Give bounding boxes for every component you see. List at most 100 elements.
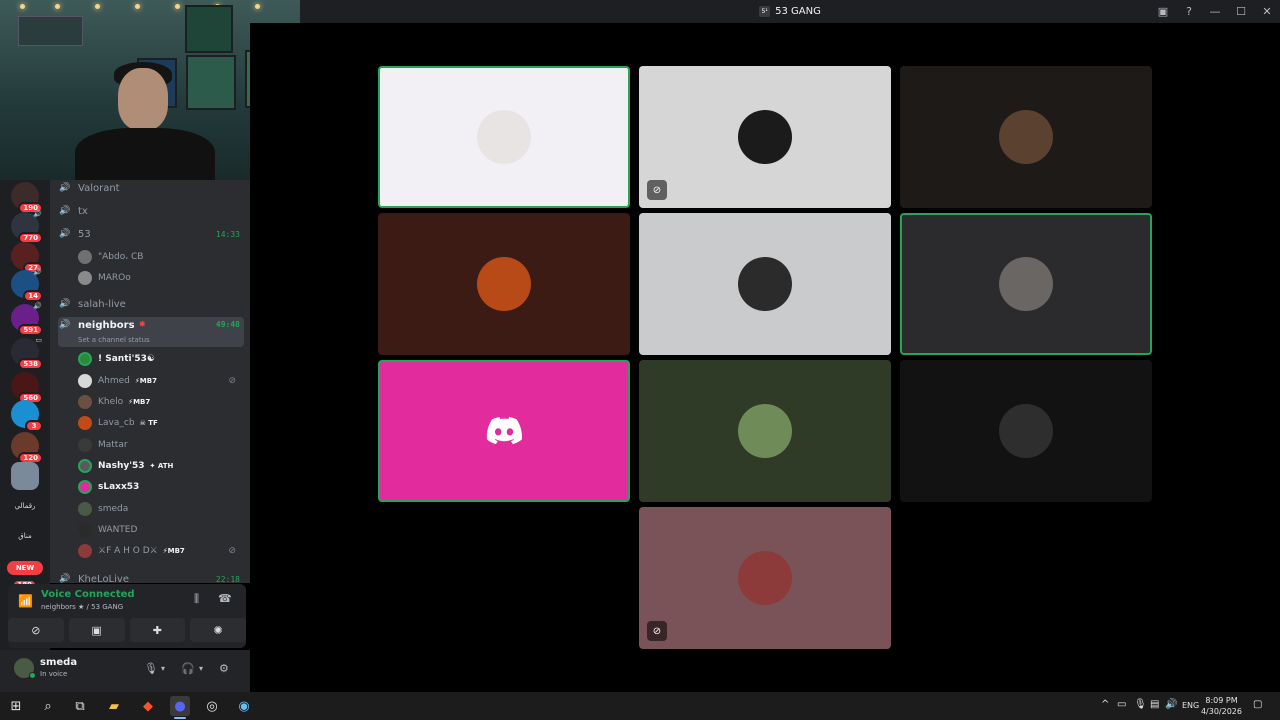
participant-tile[interactable] (639, 360, 891, 502)
disconnect-icon[interactable]: ☎ (218, 592, 232, 605)
voice-status-title: Voice Connected (41, 589, 135, 600)
participant-avatar (738, 110, 792, 164)
string-lights (0, 4, 300, 14)
participant-tile[interactable]: ⊘ (639, 66, 891, 208)
server-icon-gang[interactable]: 190 (11, 182, 43, 214)
brave-browser-icon[interactable]: ◆ (138, 696, 158, 716)
voice-member[interactable]: Lava_cb ☠ TF (78, 414, 244, 432)
steam-icon[interactable]: ◉ (234, 696, 254, 716)
server-icon[interactable]: 120 (11, 432, 43, 464)
voice-member[interactable]: WANTED (78, 521, 244, 539)
close-button[interactable]: ✕ (1254, 0, 1280, 23)
server-icon[interactable]: 3 (11, 400, 43, 432)
participant-tile[interactable] (378, 213, 630, 355)
tray-app-icon[interactable]: ▭ (1117, 699, 1126, 710)
server-icon[interactable] (11, 462, 39, 490)
participant-tile[interactable] (900, 213, 1152, 355)
server-icon-text[interactable]: مناق (8, 532, 42, 540)
participant-tile[interactable] (378, 360, 630, 502)
screen-share-button[interactable]: ▣ (68, 618, 125, 642)
system-clock[interactable]: 8:09 PM 4/30/2026 (1201, 695, 1242, 717)
channel-status[interactable]: Set a channel status (78, 336, 150, 344)
discord-app-icon[interactable]: ● (170, 696, 190, 716)
star-icon: ✸ (138, 320, 147, 330)
server-icon[interactable]: ▭ 538 (11, 336, 43, 370)
server-icon[interactable]: 27 (11, 242, 43, 274)
search-icon[interactable]: ⌕ (38, 696, 58, 716)
voice-member[interactable]: Nashy'53 ✦ ATH (78, 457, 244, 475)
microphone-icon[interactable]: 🎙 (144, 662, 158, 675)
server-icon[interactable]: 🔊 591 (11, 302, 43, 336)
channel-timer: 49:48 (215, 320, 240, 329)
participant-tile[interactable]: ⊘ (639, 507, 891, 649)
tray-volume-icon[interactable]: 🔊 (1165, 699, 1177, 710)
windows-start-icon[interactable]: ⊞ (6, 696, 26, 716)
windows-taskbar: ⊞ ⌕ ⧉ ▰ ◆ ● ◎ ◉ ^ ▭ 🎙 ▤ 🔊 ENG 8:09 PM 4/… (0, 692, 1280, 720)
discord-desktop: 5¹ 53 GANG ▣ ? — ☐ ✕ 190 🔊 770 27 🔊 14 🔊 59… (0, 0, 1280, 720)
app-icon[interactable]: ◎ (202, 696, 222, 716)
soundboard-button[interactable]: ✺ (190, 618, 246, 642)
voice-channel-valorant[interactable]: 🔊 Valorant (58, 180, 244, 198)
voice-channel-53[interactable]: 🔊 53 14:33 (58, 224, 244, 244)
voice-member[interactable]: Ahmed ⚡MB7 ⊘ (78, 372, 244, 390)
chevron-down-icon[interactable]: ▾ (161, 664, 165, 673)
maximize-button[interactable]: ☐ (1228, 0, 1254, 23)
activities-button[interactable]: ✚ (129, 618, 186, 642)
speaker-icon: 🔊 (33, 210, 42, 218)
minimize-button[interactable]: — (1202, 0, 1228, 23)
speaker-icon: 🔊 (33, 302, 42, 310)
help-icon[interactable]: ? (1176, 0, 1202, 23)
mute-icon: ⊘ (228, 376, 236, 386)
participant-tile[interactable] (900, 66, 1152, 208)
server-icon[interactable]: 🔊 14 (11, 268, 43, 302)
file-explorer-icon[interactable]: ▰ (104, 696, 124, 716)
online-status-icon (29, 672, 36, 679)
voice-member[interactable]: "Abdo، CB (78, 248, 244, 266)
username[interactable]: smeda (40, 657, 77, 668)
server-icon: 5¹ (759, 6, 771, 17)
voice-action-bar: ⊘ ▣ ✚ ✺ (8, 618, 246, 642)
tray-overflow-icon[interactable]: ^ (1101, 699, 1109, 710)
camera-off-button[interactable]: ⊘ (8, 618, 64, 642)
participant-tile[interactable] (900, 360, 1152, 502)
server-icon-text[interactable]: رقمالي (8, 502, 42, 510)
signal-icon[interactable]: 📶 (18, 594, 33, 608)
chevron-down-icon[interactable]: ▾ (199, 664, 203, 673)
voice-member[interactable]: ! Santi'53☯ (78, 350, 244, 368)
voice-channel-icon: 🔊 (59, 183, 71, 193)
screen-icon: ▭ (35, 336, 42, 344)
participant-tile[interactable] (639, 213, 891, 355)
gear-icon[interactable]: ⚙ (219, 662, 229, 675)
headphones-icon[interactable]: 🎧 (181, 662, 195, 675)
avatar (78, 459, 92, 473)
tray-network-icon[interactable]: ▤ (1150, 699, 1159, 710)
voice-member[interactable]: ⚔F A H O D⚔ ⚡MB7 ⊘ (78, 542, 244, 560)
poster (185, 5, 233, 53)
server-icon[interactable]: 560 (11, 372, 43, 404)
task-view-icon[interactable]: ⧉ (70, 696, 90, 716)
voice-channel-tx[interactable]: 🔊 tx (58, 201, 244, 221)
participant-tile[interactable] (378, 66, 630, 208)
notifications-icon[interactable]: ▢ (1253, 699, 1262, 710)
window-title: 5¹ 53 GANG (759, 6, 821, 17)
voice-status-subtitle[interactable]: neighbors ★ / 53 GANG (41, 603, 123, 611)
voice-channel-khelolive[interactable]: 🔊 KheLoLive 22:18 (58, 569, 244, 584)
voice-channel-icon: 🔊 (59, 299, 71, 309)
camera-off-icon: ⊘ (647, 180, 667, 200)
voice-channel-neighbors[interactable]: 🔊 neighbors ✸ 49:48 Set a channel status (58, 317, 244, 347)
voice-channel-icon: 🔊 (59, 320, 71, 330)
voice-channel-salah-live[interactable]: 🔊 salah-live (58, 294, 244, 314)
server-icon[interactable]: 🔊 770 (11, 210, 43, 244)
voice-member[interactable]: Mattar (78, 436, 244, 454)
active-app-indicator (174, 717, 186, 719)
language-indicator[interactable]: ENG (1182, 701, 1199, 710)
voice-member[interactable]: sLaxx53 (78, 478, 244, 496)
voice-member[interactable]: MAROo (78, 269, 244, 287)
avatar (78, 271, 92, 285)
voice-member[interactable]: smeda (78, 500, 244, 518)
noise-suppression-icon[interactable]: ⫼ (194, 592, 199, 606)
avatar (78, 438, 92, 452)
inbox-icon[interactable]: ▣ (1150, 0, 1176, 23)
tray-microphone-icon[interactable]: 🎙 (1134, 699, 1147, 710)
voice-member[interactable]: Khelo ⚡MB7 (78, 393, 244, 411)
